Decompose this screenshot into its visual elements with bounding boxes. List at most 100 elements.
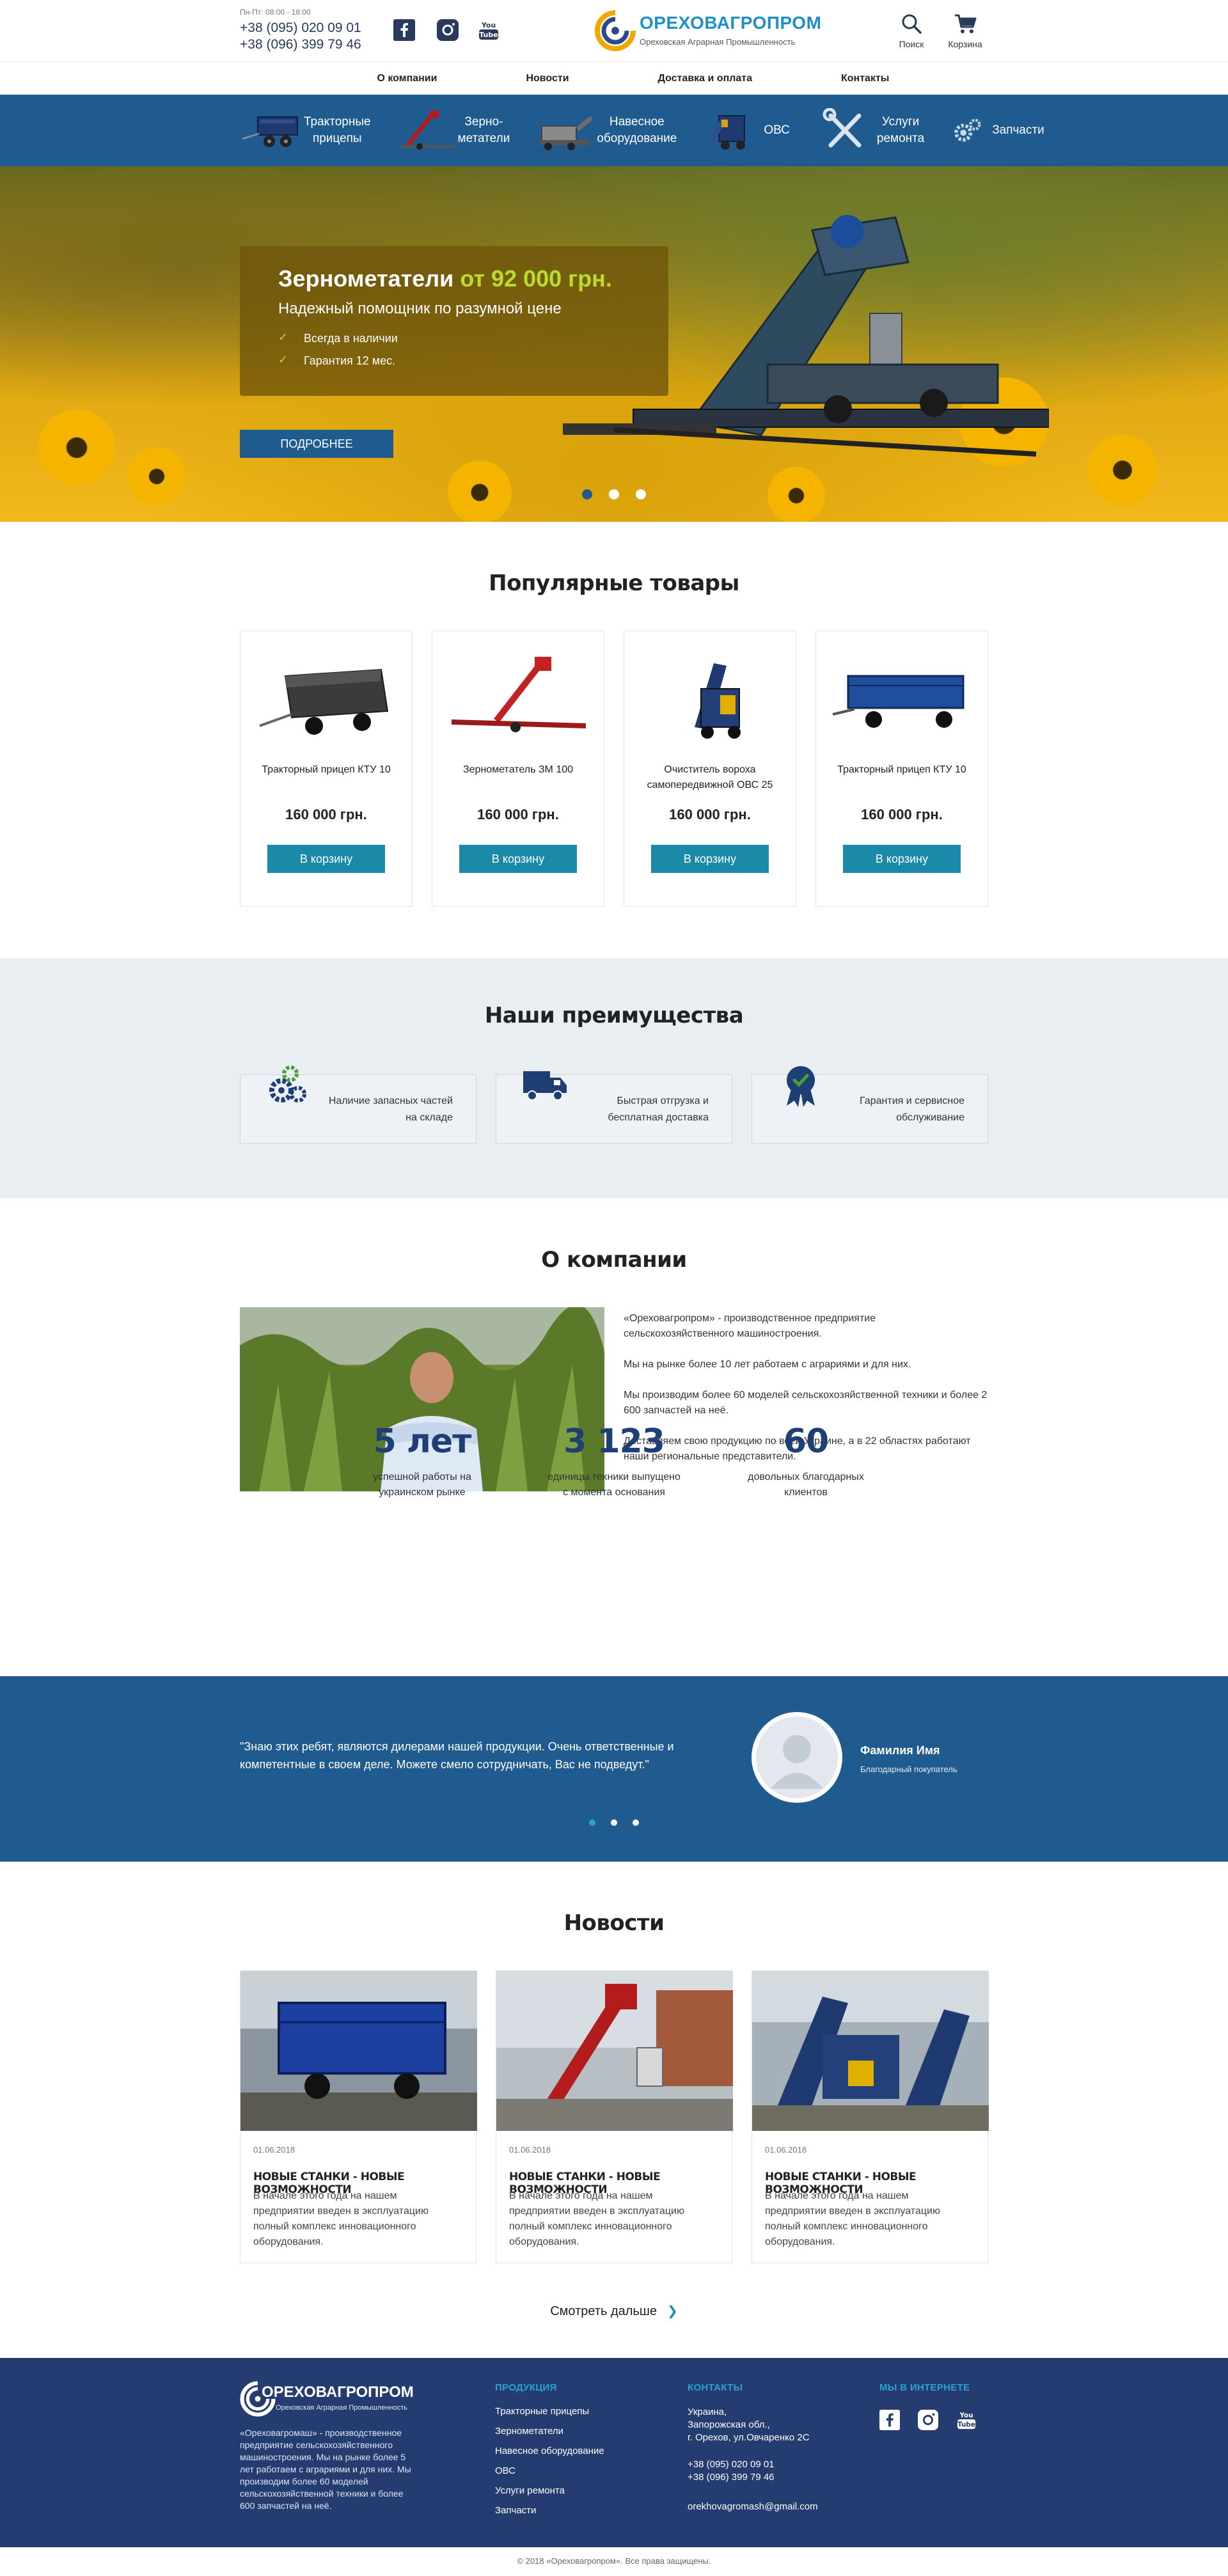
slider-dot[interactable] — [589, 1819, 595, 1826]
svg-text:You: You — [959, 2412, 973, 2419]
wrench-screwdriver-icon — [823, 108, 862, 148]
search-label: Поиск — [899, 39, 924, 49]
advantages-section: Наши преимущества Наличие запасных часте… — [0, 958, 1228, 1198]
site-logo[interactable]: ОРЕХОВАГРОПРОМ Ореховская Аграрная Промы… — [595, 9, 821, 52]
category-attach-label2: оборудование — [597, 132, 677, 145]
menu-item-about[interactable]: О компании — [377, 62, 437, 95]
news-more-link[interactable]: Смотреть дальше ❯ — [0, 2303, 1228, 2319]
news-card[interactable]: 01.06.2018 НОВЫЕ СТАНКИ - НОВЫЕ ВОЗМОЖНО… — [496, 1970, 733, 2263]
phone-2[interactable]: +38 (096) 399 79 46 — [240, 37, 361, 52]
stat-label: единицы техники выпущено с момента основ… — [547, 1472, 681, 1498]
footer-heading: КОНТАКТЫ — [688, 2382, 743, 2393]
hero-more-button[interactable]: ПОДРОБНЕЕ — [240, 430, 393, 458]
badge-icon — [787, 1066, 815, 1107]
footer-address: г. Орехов, ул.Овчаренко 2С — [688, 2432, 810, 2443]
svg-text:Tube: Tube — [479, 31, 498, 39]
about-section: О компании «Ореховагропром» - производст… — [0, 1198, 1228, 1676]
chevron-right-icon: ❯ — [667, 2304, 678, 2318]
logo-subtitle: Ореховская Аграрная Промышленность — [640, 37, 796, 47]
copyright: © 2018 «Ореховагропром». Все права защищ… — [0, 2547, 1228, 2575]
stat-number: 5 лет — [373, 1422, 472, 1461]
product-card[interactable]: Тракторный прицеп КТУ 10 160 000 грн. В … — [240, 631, 413, 907]
news-image — [496, 1971, 733, 2131]
advantage-item: Гарантия и сервисное обслуживание — [752, 1066, 988, 1143]
category-trailers[interactable]: Тракторные прицепы — [240, 108, 371, 153]
truck-icon — [523, 1071, 567, 1101]
product-name[interactable]: Очиститель вороха самопередвижной ОВС 25 — [631, 762, 789, 793]
product-card[interactable]: Тракторный прицеп КТУ 10 160 000 грн. В … — [815, 631, 988, 907]
product-name[interactable]: Тракторный прицеп КТУ 10 — [823, 762, 981, 778]
about-paragraph: «Ореховагропром» - производственное пред… — [624, 1313, 876, 1339]
category-repair[interactable]: Услуги ремонта — [813, 108, 924, 153]
hero-grain-thrower-image — [563, 215, 1049, 457]
product-price: 160 000 грн. — [285, 806, 367, 822]
footer-link[interactable]: Услуги ремонта — [495, 2485, 604, 2496]
product-name[interactable]: Зернометатель ЗМ 100 — [439, 762, 597, 778]
hero-title-text: Зернометатели — [278, 265, 454, 292]
testimonial-name: Фамилия Имя — [860, 1744, 940, 1757]
stat-units: 3 123 единицы техники выпущено с момента… — [547, 1422, 681, 1500]
news-date: 01.06.2018 — [253, 2145, 295, 2155]
category-repair-label1: Услуги — [881, 115, 920, 129]
product-price: 160 000 грн. — [477, 806, 559, 822]
footer-link[interactable]: Навесное оборудование — [495, 2446, 604, 2456]
category-grain-throwers[interactable]: Зерно-метатели — [394, 108, 510, 153]
category-grain-label2: метатели — [457, 132, 510, 145]
youtube-icon[interactable]: You Tube — [956, 2410, 977, 2430]
logo-name: ОРЕХОВАГРОПРОМ — [640, 13, 822, 33]
main-menu: О компании Новости Доставка и оплата Кон… — [0, 61, 1228, 95]
news-card[interactable]: 01.06.2018 НОВЫЕ СТАНКИ - НОВЫЕ ВОЗМОЖНО… — [752, 1970, 989, 2263]
footer-link[interactable]: Тракторные прицепы — [495, 2406, 604, 2417]
category-trailers-label1: Тракторные — [304, 115, 371, 129]
product-card[interactable]: Очиститель вороха самопередвижной ОВС 25… — [624, 631, 796, 907]
ovs-cleaner-icon — [709, 115, 746, 150]
footer-phone[interactable]: +38 (095) 020 09 01 — [688, 2458, 818, 2471]
product-price: 160 000 грн. — [861, 806, 943, 822]
add-to-cart-button[interactable]: В корзину — [459, 845, 577, 873]
facebook-icon[interactable] — [879, 2410, 900, 2430]
category-ovs-label1: ОВС — [764, 123, 790, 137]
news-image — [752, 1971, 989, 2131]
news-excerpt: В начале этого года на нашем предприятии… — [253, 2190, 429, 2247]
category-attachments[interactable]: Навесное оборудование — [533, 108, 677, 153]
phone-1[interactable]: +38 (095) 020 09 01 — [240, 20, 361, 36]
category-repair-label2: ремонта — [876, 132, 925, 145]
instagram-icon[interactable] — [437, 19, 459, 41]
footer-heading: ПРОДУКЦИЯ — [495, 2382, 557, 2393]
footer-phone[interactable]: +38 (096) 399 79 46 — [688, 2471, 818, 2484]
category-parts[interactable]: Запчасти — [947, 108, 1044, 153]
category-ovs[interactable]: ОВС — [700, 108, 790, 153]
testimonial-role: Благодарный покупатель — [860, 1764, 957, 1774]
product-name[interactable]: Тракторный прицеп КТУ 10 — [247, 762, 405, 778]
facebook-icon[interactable] — [393, 19, 415, 41]
product-card[interactable]: Зернометатель ЗМ 100 160 000 грн. В корз… — [432, 631, 604, 907]
footer-about: «Ореховагромаш» - производственное предп… — [240, 2428, 411, 2511]
popular-products-section: Популярные товары Тракторный прицеп КТУ … — [0, 522, 1228, 958]
news-more-label: Смотреть дальше — [550, 2304, 657, 2318]
news-card[interactable]: 01.06.2018 НОВЫЕ СТАНКИ - НОВЫЕ ВОЗМОЖНО… — [240, 1970, 477, 2263]
advantage-text: Наличие запасных частей на складе — [328, 1096, 453, 1123]
menu-item-contacts[interactable]: Контакты — [841, 62, 889, 95]
footer-social: МЫ В ИНТЕРНЕТЕ You Tube — [879, 2382, 977, 2430]
slider-dot[interactable] — [636, 489, 646, 499]
footer-link[interactable]: Запчасти — [495, 2505, 604, 2516]
footer-link[interactable]: Зернометатели — [495, 2426, 604, 2437]
instagram-icon[interactable] — [918, 2410, 938, 2430]
add-to-cart-button[interactable]: В корзину — [267, 845, 385, 873]
product-image-trailer-blue — [832, 675, 964, 728]
footer-email[interactable]: orekhovagromash@gmail.com — [688, 2501, 818, 2513]
footer-logo[interactable]: ОРЕХОВАГРОПРОМ Ореховская Аграрная Промы… — [240, 2381, 432, 2419]
menu-item-delivery[interactable]: Доставка и оплата — [658, 62, 753, 95]
hero-slider: Зернометатели от 92 000 грн. Надежный по… — [0, 166, 1228, 522]
slider-dot[interactable] — [611, 1819, 617, 1826]
footer-link[interactable]: ОВС — [495, 2465, 604, 2476]
add-to-cart-button[interactable]: В корзину — [651, 845, 769, 873]
menu-item-news[interactable]: Новости — [526, 62, 569, 95]
slider-dot[interactable] — [633, 1819, 639, 1826]
slider-dot[interactable] — [582, 489, 592, 499]
cart-button[interactable]: Корзина — [946, 13, 984, 49]
add-to-cart-button[interactable]: В корзину — [843, 845, 961, 873]
youtube-icon[interactable]: You Tube — [478, 19, 500, 41]
search-button[interactable]: Поиск — [892, 13, 931, 49]
slider-dot[interactable] — [609, 489, 619, 499]
